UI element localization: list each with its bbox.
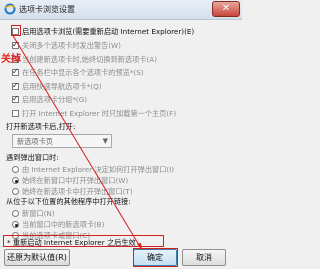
annotation-text: 关掉 bbox=[1, 54, 21, 65]
option-label: 启用选项卡浏览(需要重新启动 Internet Explorer)(E) bbox=[22, 27, 195, 36]
new-tab-select-value: 新选项卡页 bbox=[17, 137, 53, 146]
popup-heading-text: 遇到弹出窗口时: bbox=[6, 153, 59, 162]
first-home-checkbox bbox=[12, 110, 19, 117]
option-label: 打开 Internet Explorer 时只加载第一个主页(F) bbox=[22, 109, 177, 118]
restore-defaults-button[interactable]: 还原为默认值(R) bbox=[4, 249, 70, 266]
close-button[interactable]: ✕ bbox=[212, 1, 240, 17]
popup-radio bbox=[12, 177, 19, 184]
new-tab-heading-text: 打开新选项卡后,打开: bbox=[6, 122, 76, 131]
taskbar-preview-checkbox bbox=[12, 67, 19, 77]
warn-close-checkbox bbox=[12, 40, 19, 50]
links-heading-text: 从位于以下位置的其他程序中打开链接: bbox=[6, 197, 131, 206]
quick-tabs-checkbox bbox=[12, 81, 19, 91]
window-title: 选项卡浏览设置 bbox=[19, 5, 75, 14]
links-radio bbox=[12, 221, 19, 228]
option-label: 始终在新选项卡中打开弹出窗口(T) bbox=[22, 187, 133, 196]
option-label: 始终在新窗口中打开弹出窗口(W) bbox=[22, 176, 129, 185]
annotation-highlight-ok bbox=[133, 248, 178, 267]
chevron-down-icon: ▼ bbox=[102, 137, 108, 145]
option-label: 在任务栏中显示各个选项卡的预览*(S) bbox=[22, 68, 144, 77]
option-label: 由 Internet Explorer 决定如何打开弹出窗口(I) bbox=[22, 165, 175, 174]
internet-explorer-icon bbox=[4, 3, 16, 15]
popup-radio bbox=[12, 166, 19, 173]
option-label: 启用快速导航选项卡*(Q) bbox=[22, 82, 102, 91]
option-label: 新窗口(N) bbox=[22, 209, 55, 218]
option-label: 关闭多个选项卡时发出警告(W) bbox=[22, 41, 121, 50]
popup-radio bbox=[12, 188, 19, 195]
option-label: 当创建新选项卡时,始终切换到新选项卡(A) bbox=[22, 55, 157, 64]
tab-groups-checkbox bbox=[12, 94, 19, 104]
option-label: 当前窗口中的新选项卡(B) bbox=[22, 220, 105, 229]
close-icon: ✕ bbox=[221, 3, 231, 14]
cancel-button[interactable]: 取消 bbox=[182, 249, 226, 266]
title-bar: 选项卡浏览设置 ✕ bbox=[0, 0, 242, 20]
annotation-highlight-notice bbox=[3, 235, 164, 247]
links-radio bbox=[12, 210, 19, 217]
new-tab-select: 新选项卡页 ▼ bbox=[12, 134, 112, 148]
annotation-highlight-checkbox bbox=[11, 25, 21, 36]
option-label: 启用选项卡分组*(G) bbox=[22, 95, 88, 104]
